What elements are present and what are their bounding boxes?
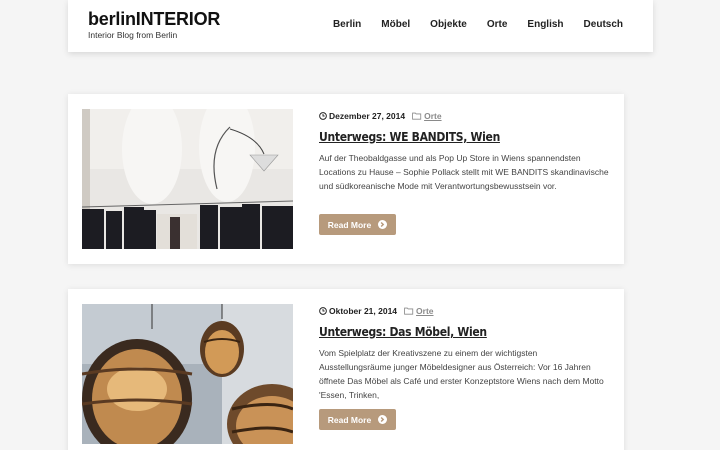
read-more-button[interactable]: Read More [319,214,396,235]
read-more-label: Read More [327,219,372,230]
post-thumbnail[interactable] [82,109,293,249]
post-excerpt: Vom Spielplatz der Kreativszene zu einem… [319,348,604,400]
arrow-circle-right-icon [378,220,388,229]
site-title[interactable]: berlinINTERIOR [88,9,220,29]
nav-item-deutsch[interactable]: Deutsch [584,19,623,30]
main-nav: Berlin Möbel Objekte Orte English Deutsc… [313,19,623,30]
post-title-link[interactable]: Unterwegs: Das Möbel, Wien [319,325,487,339]
site-tagline: Interior Blog from Berlin [88,30,178,40]
post-date: Oktober 21, 2014 [329,306,398,316]
post-date: Dezember 27, 2014 [329,111,406,121]
nav-item-orte[interactable]: Orte [487,19,508,30]
folder-icon [404,307,414,315]
site-header: berlinINTERIOR Interior Blog from Berlin… [68,0,653,52]
nav-item-objekte[interactable]: Objekte [430,19,467,30]
folder-icon [412,112,422,120]
post-meta: Oktober 21, 2014 Orte [319,306,434,316]
brand[interactable]: berlinINTERIOR Interior Blog from Berlin [88,9,220,41]
post-category-link[interactable]: Orte [416,306,433,316]
nav-item-moebel[interactable]: Möbel [381,19,410,30]
post-category-link[interactable]: Orte [424,111,441,121]
post-excerpt: Auf der Theobaldgasse und als Pop Up Sto… [319,153,609,191]
nav-item-english[interactable]: English [527,19,563,30]
read-more-label: Read More [327,414,372,425]
post-title-link[interactable]: Unterwegs: WE BANDITS, Wien [319,130,500,144]
post-card: Oktober 21, 2014 Orte Unterwegs: Das Möb… [68,289,624,450]
arrow-circle-right-icon [378,415,388,424]
clock-icon [319,112,327,120]
read-more-button[interactable]: Read More [319,409,396,430]
post-card: Dezember 27, 2014 Orte Unterwegs: WE BAN… [68,94,624,264]
nav-item-berlin[interactable]: Berlin [333,19,361,30]
post-thumbnail[interactable] [82,304,293,444]
clock-icon [319,307,327,315]
post-meta: Dezember 27, 2014 Orte [319,111,442,121]
